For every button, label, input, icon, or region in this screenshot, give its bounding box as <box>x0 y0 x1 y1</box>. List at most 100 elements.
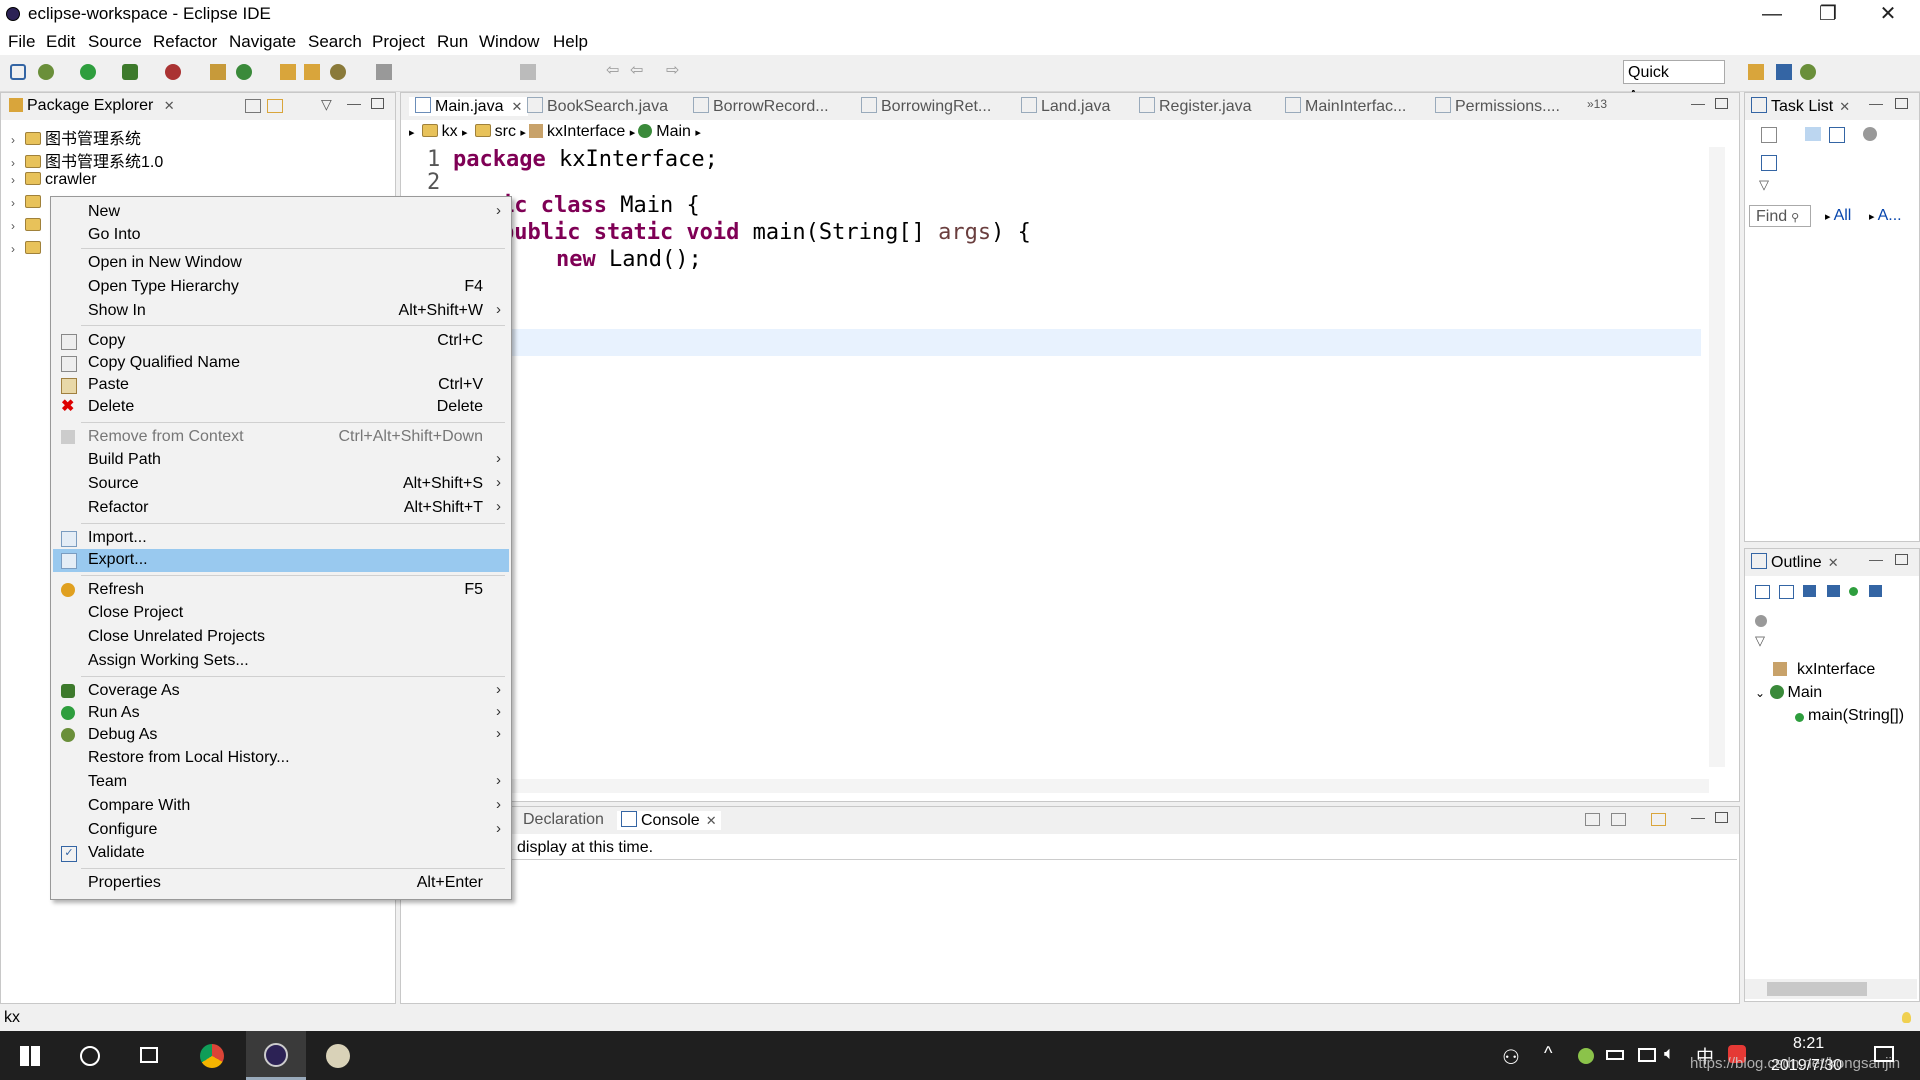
next-annotation-icon[interactable] <box>520 64 536 80</box>
filter-icon[interactable]: ▽ <box>1759 177 1769 193</box>
expand-icon[interactable]: › <box>11 219 21 233</box>
filter-activate-link[interactable]: ▸ A... <box>1869 207 1902 225</box>
chevron-up-icon[interactable]: ^ <box>1544 1043 1552 1064</box>
menu-search[interactable]: Search <box>308 32 362 52</box>
outline-item-class[interactable]: ⌄ Main <box>1755 684 1822 702</box>
tab-task-list[interactable]: Task List✕ <box>1751 97 1850 116</box>
menu-item-coverage-as[interactable]: Coverage As› <box>53 680 509 703</box>
hide-nonpublic-icon[interactable] <box>1849 587 1858 596</box>
clock-time[interactable]: 8:21 <box>1793 1035 1824 1053</box>
tab-land-java[interactable]: Land.java <box>1021 97 1110 116</box>
chevron-down-icon[interactable]: ⌄ <box>1755 686 1765 700</box>
maximize-view-icon[interactable] <box>1715 812 1728 823</box>
close-icon[interactable]: ✕ <box>1839 99 1850 114</box>
menu-item-close-unrelated[interactable]: Close Unrelated Projects <box>53 626 509 649</box>
menu-item-validate[interactable]: ✓Validate <box>53 842 509 865</box>
menu-source[interactable]: Source <box>88 32 142 52</box>
tree-item-project[interactable]: › <box>11 217 45 235</box>
back-icon[interactable]: ⇦ <box>606 60 622 76</box>
external-tools-icon[interactable] <box>165 64 181 80</box>
close-button[interactable]: ✕ <box>1860 0 1916 30</box>
tree-item-project[interactable]: ›图书管理系统 <box>11 125 141 149</box>
maximize-view-icon[interactable] <box>1895 98 1908 109</box>
editor-text-area[interactable]: 1 2 package kxInterface; ic class Main {… <box>401 147 1701 747</box>
tree-item-project[interactable]: › <box>11 240 45 258</box>
minimize-view-icon[interactable]: — <box>1691 95 1705 111</box>
tab-maininterface[interactable]: MainInterfac... <box>1285 97 1406 116</box>
skip-breakpoints-icon[interactable] <box>10 64 26 80</box>
categorized-icon[interactable] <box>1805 127 1821 141</box>
minimize-view-icon[interactable]: — <box>1869 95 1883 111</box>
tree-item-project[interactable]: ›crawler <box>11 171 97 189</box>
focus-icon[interactable] <box>1863 127 1877 141</box>
coverage-icon[interactable] <box>122 64 138 80</box>
menu-item-show-in[interactable]: Show InAlt+Shift+W› <box>53 300 509 323</box>
new-task-icon[interactable] <box>1761 127 1777 143</box>
menu-item-properties[interactable]: PropertiesAlt+Enter <box>53 872 509 895</box>
close-icon[interactable]: ✕ <box>511 99 522 114</box>
menu-item-import[interactable]: Import... <box>53 527 509 550</box>
menu-item-copy[interactable]: CopyCtrl+C <box>53 330 509 353</box>
minimize-view-icon[interactable]: — <box>1691 809 1705 825</box>
menu-item-source[interactable]: SourceAlt+Shift+S› <box>53 473 509 496</box>
menu-item-assign-working-sets[interactable]: Assign Working Sets... <box>53 650 509 673</box>
open-type-icon[interactable] <box>280 64 296 80</box>
close-icon[interactable]: ✕ <box>164 98 175 113</box>
menu-item-export[interactable]: Export... <box>53 549 509 572</box>
close-icon[interactable]: ✕ <box>706 813 717 828</box>
menu-item-close-project[interactable]: Close Project <box>53 602 509 625</box>
collapse-all-icon[interactable] <box>1761 155 1777 171</box>
hide-fields-icon[interactable] <box>1803 585 1816 597</box>
collapse-all-icon[interactable] <box>1755 585 1770 599</box>
open-console-icon[interactable] <box>1651 813 1666 826</box>
search-icon[interactable] <box>330 64 346 80</box>
tab-main-java[interactable]: Main.java✕ <box>409 97 528 116</box>
view-menu-icon[interactable]: ▽ <box>321 96 332 113</box>
menu-navigate[interactable]: Navigate <box>229 32 296 52</box>
tray-app-icon[interactable] <box>1578 1048 1594 1064</box>
notification-icon[interactable] <box>1874 1046 1894 1062</box>
new-java-project-icon[interactable] <box>210 64 226 80</box>
minimize-view-icon[interactable]: — <box>1869 551 1883 567</box>
scroll-thumb[interactable] <box>1767 982 1867 996</box>
windows-start-icon[interactable] <box>20 1046 40 1066</box>
menu-item-build-path[interactable]: Build Path› <box>53 449 509 472</box>
back-nav-icon[interactable]: ⇦ <box>630 60 646 76</box>
breadcrumb-project[interactable]: kx <box>442 123 458 140</box>
java-perspective-icon[interactable] <box>1776 64 1792 80</box>
paint-icon[interactable] <box>326 1044 350 1068</box>
tab-permissions[interactable]: Permissions.... <box>1435 97 1560 116</box>
menu-item-go-into[interactable]: Go Into <box>53 224 509 247</box>
tree-item-project[interactable]: › <box>11 194 45 212</box>
maximize-view-icon[interactable] <box>1895 554 1908 565</box>
more-tabs-button[interactable]: »13 <box>1587 97 1607 111</box>
menu-item-delete[interactable]: ✖DeleteDelete <box>53 396 509 419</box>
menu-item-paste[interactable]: PasteCtrl+V <box>53 374 509 397</box>
quick-access-field[interactable]: Quick Access <box>1623 60 1725 84</box>
maximize-view-icon[interactable] <box>371 98 384 109</box>
maximize-view-icon[interactable] <box>1715 98 1728 109</box>
expand-icon[interactable]: › <box>11 196 21 210</box>
breadcrumb-package[interactable]: kxInterface <box>547 123 625 140</box>
expand-icon[interactable]: › <box>11 242 21 256</box>
hide-static-icon[interactable] <box>1827 585 1840 597</box>
menu-item-new[interactable]: New› <box>53 201 509 224</box>
collapse-all-icon[interactable] <box>245 99 261 113</box>
volume-icon[interactable]: 🔈︎ <box>1664 1043 1675 1064</box>
person-icon[interactable]: ⚇ <box>1502 1045 1520 1070</box>
menu-file[interactable]: File <box>8 32 35 52</box>
menu-item-run-as[interactable]: Run As› <box>53 702 509 725</box>
menu-item-refactor[interactable]: RefactorAlt+Shift+T› <box>53 497 509 520</box>
menu-item-team[interactable]: Team› <box>53 771 509 794</box>
chrome-icon[interactable] <box>200 1044 224 1068</box>
network-icon[interactable] <box>1638 1048 1656 1062</box>
filter-all-link[interactable]: ▸ All <box>1825 207 1851 225</box>
close-icon[interactable]: ✕ <box>1828 555 1839 570</box>
run-icon[interactable] <box>80 64 96 80</box>
display-console-icon[interactable] <box>1611 813 1626 826</box>
menu-item-configure[interactable]: Configure› <box>53 819 509 842</box>
find-input[interactable]: Find⚲ <box>1749 205 1811 227</box>
expand-icon[interactable]: › <box>11 133 21 147</box>
open-task-icon[interactable] <box>304 64 320 80</box>
minimize-button[interactable]: — <box>1744 0 1800 30</box>
